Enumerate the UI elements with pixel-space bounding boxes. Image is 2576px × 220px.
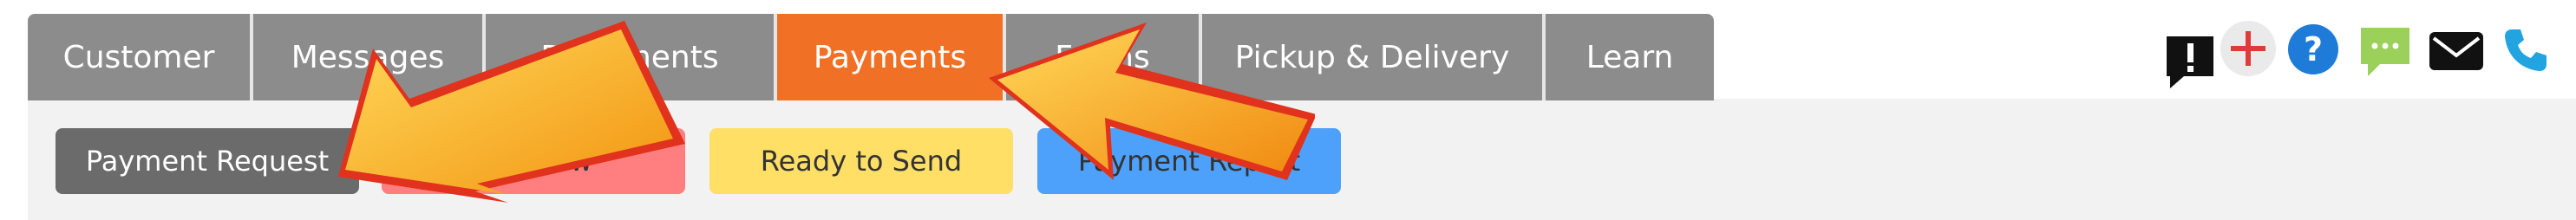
alert-icon[interactable] bbox=[2163, 33, 2217, 95]
tab-label: Pickup & Delivery bbox=[1234, 39, 1510, 75]
add-icon[interactable] bbox=[2219, 19, 2278, 81]
phone-icon[interactable] bbox=[2501, 26, 2550, 78]
tab-label: Learn bbox=[1585, 39, 1674, 75]
tab-learn[interactable]: Learn bbox=[1546, 14, 1714, 100]
help-icon[interactable]: ? bbox=[2286, 23, 2340, 80]
tab-forms[interactable]: Forms bbox=[1006, 14, 1202, 100]
mail-icon[interactable] bbox=[2429, 31, 2484, 74]
svg-text:?: ? bbox=[2304, 30, 2323, 68]
tab-label: Documents bbox=[540, 39, 719, 75]
button-label: Payment Request bbox=[85, 145, 330, 178]
tab-payments[interactable]: Payments bbox=[777, 14, 1006, 100]
button-label: Payment Report bbox=[1077, 145, 1301, 178]
tab-label: Messages bbox=[291, 39, 445, 75]
tab-customer[interactable]: Customer bbox=[28, 14, 253, 100]
ready-to-send-button[interactable]: Ready to Send bbox=[709, 128, 1013, 194]
tab-documents[interactable]: Documents bbox=[486, 14, 777, 100]
tab-pickup-delivery[interactable]: Pickup & Delivery bbox=[1202, 14, 1546, 100]
payment-request-button[interactable]: Payment Request bbox=[56, 128, 359, 194]
payment-report-button[interactable]: Payment Report bbox=[1037, 128, 1341, 194]
chat-icon[interactable] bbox=[2359, 26, 2411, 83]
button-label: Ready to Send bbox=[760, 145, 963, 178]
button-label: Pay Now bbox=[474, 145, 593, 178]
tab-messages[interactable]: Messages bbox=[253, 14, 486, 100]
main-tabs: Customer Messages Documents Payments For… bbox=[28, 14, 1714, 100]
tab-label: Customer bbox=[62, 39, 215, 75]
tab-label: Payments bbox=[813, 39, 967, 75]
pay-now-button[interactable]: Pay Now bbox=[382, 128, 685, 194]
tab-label: Forms bbox=[1055, 39, 1150, 75]
